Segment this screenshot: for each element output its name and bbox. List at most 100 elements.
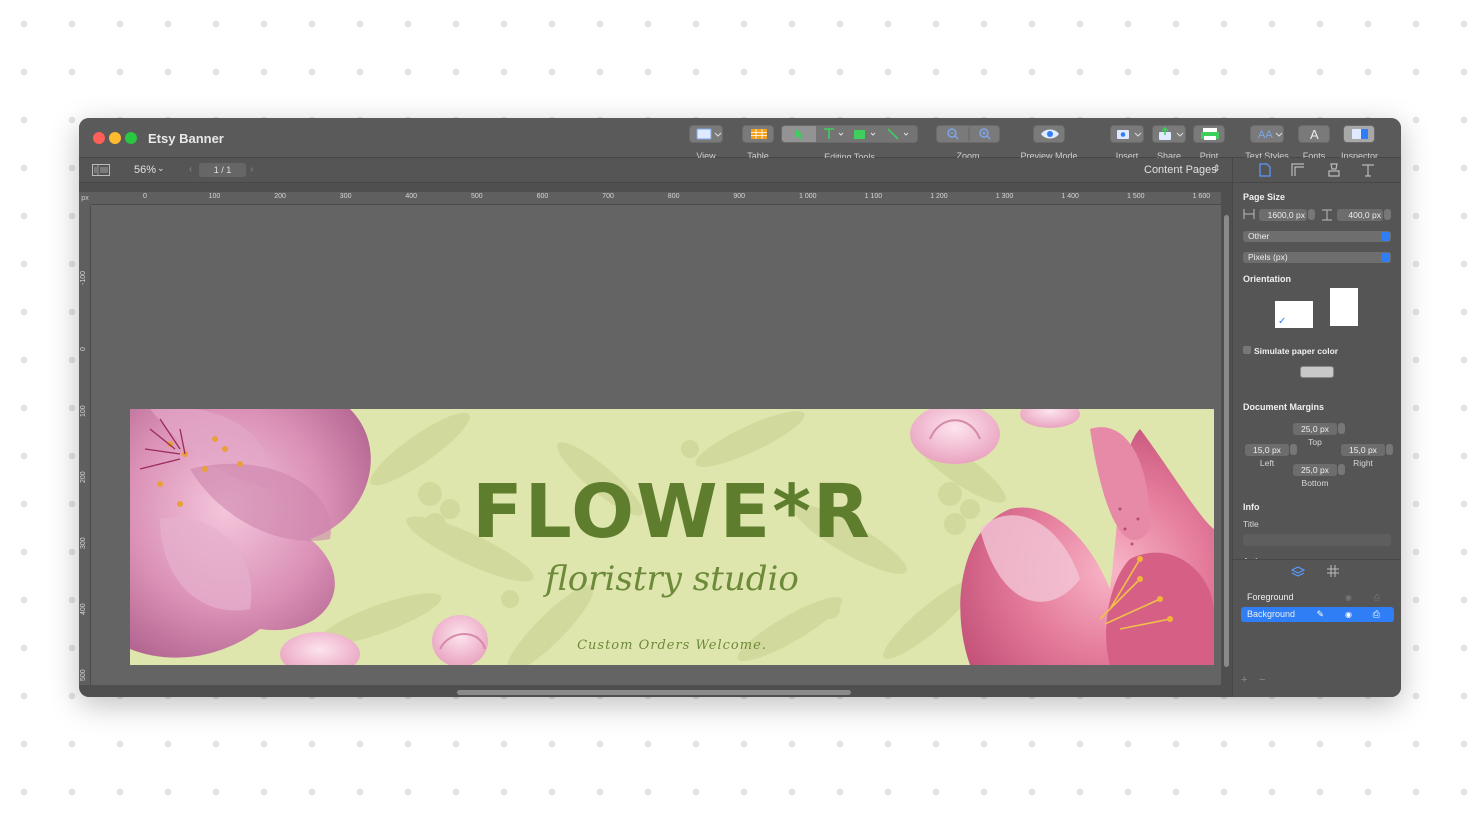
chevron-down-icon[interactable]: ⌄ bbox=[157, 163, 165, 174]
toolbar-preview-mode[interactable]: Preview Mode bbox=[1020, 125, 1078, 161]
minimize-window-button[interactable] bbox=[109, 132, 121, 144]
margin-bottom-field[interactable]: 25,0 px bbox=[1293, 464, 1337, 476]
banner-title[interactable]: FLOWE*R bbox=[130, 467, 1214, 557]
printer-icon[interactable]: ⎙ bbox=[1374, 590, 1380, 605]
remove-layer-icon[interactable]: − bbox=[1259, 674, 1265, 686]
toolbar-zoom[interactable]: Zoom bbox=[936, 125, 1000, 161]
eye-icon[interactable]: ◉ bbox=[1345, 607, 1352, 622]
ruler-tick-label: 300 bbox=[80, 537, 87, 549]
ruler-tick-label: 0 bbox=[80, 347, 87, 351]
margin-top-field[interactable]: 25,0 px bbox=[1293, 423, 1337, 435]
layers-panel: Foreground ◉ ⎙ Background ✎ ◉ ⎙ + − bbox=[1233, 559, 1401, 697]
margin-right-stepper[interactable] bbox=[1386, 444, 1393, 455]
ruler-tick-label: 200 bbox=[274, 193, 286, 200]
draw-tools-icons[interactable] bbox=[816, 126, 919, 142]
etsy-banner-page[interactable]: FLOWE*R floristry studio Custom Orders W… bbox=[130, 409, 1214, 665]
toolbar-fonts[interactable]: A Fonts bbox=[1298, 125, 1330, 161]
insert-icon[interactable] bbox=[1110, 125, 1144, 143]
title-input[interactable] bbox=[1243, 534, 1391, 546]
layer-row-foreground[interactable]: Foreground ◉ ⎙ bbox=[1241, 590, 1394, 605]
ruler-tick-label: 900 bbox=[733, 193, 746, 200]
ruler-tick-label: 500 bbox=[80, 669, 87, 681]
secondary-toolbar: 56% ⌄ ‹ 1 / 1 › Content Pages ⇕ bbox=[79, 158, 1401, 183]
margin-right-field[interactable]: 15,0 px bbox=[1341, 444, 1385, 456]
margin-left-field[interactable]: 15,0 px bbox=[1245, 444, 1289, 456]
content-pages-selector[interactable]: Content Pages bbox=[1144, 164, 1217, 176]
margin-left-label: Left bbox=[1259, 458, 1275, 468]
text-tab-icon[interactable] bbox=[1361, 163, 1375, 177]
checkmark-icon: ✓ bbox=[1278, 316, 1287, 327]
ruler-tick-label: 200 bbox=[80, 471, 87, 483]
layer-row-background[interactable]: Background ✎ ◉ ⎙ bbox=[1241, 607, 1394, 622]
layers-icon[interactable] bbox=[1291, 566, 1305, 578]
ruler-tick-label: 0 bbox=[143, 193, 147, 200]
eye-icon[interactable] bbox=[1033, 125, 1065, 143]
printer-icon[interactable] bbox=[1193, 125, 1225, 143]
close-window-button[interactable] bbox=[93, 132, 105, 144]
up-down-chevron-icon[interactable]: ⇕ bbox=[1213, 163, 1221, 174]
ruler-tick-label: 1 100 bbox=[864, 193, 883, 200]
toolbar-text-styles[interactable]: AA Text Styles bbox=[1245, 125, 1289, 161]
document-tab-icon[interactable] bbox=[1259, 163, 1271, 177]
ruler-tick-label: 300 bbox=[339, 193, 352, 200]
page-width-field[interactable]: 1600,0 px bbox=[1259, 209, 1307, 221]
text-styles-icon[interactable]: AA bbox=[1250, 125, 1284, 143]
next-page-icon[interactable]: › bbox=[250, 164, 253, 175]
add-layer-icon[interactable]: + bbox=[1241, 674, 1247, 686]
page-size-heading: Page Size bbox=[1243, 192, 1286, 202]
zoom-selector[interactable]: 56% bbox=[134, 164, 156, 176]
sidebar-toggle-icon[interactable] bbox=[92, 164, 110, 176]
previous-page-icon[interactable]: ‹ bbox=[189, 164, 192, 175]
toolbar-inspector[interactable]: Inspector bbox=[1341, 125, 1378, 161]
page-height-field[interactable]: 400,0 px bbox=[1337, 209, 1383, 221]
landscape-orientation-option[interactable]: ✓ bbox=[1275, 301, 1313, 328]
portrait-orientation-option[interactable] bbox=[1330, 288, 1358, 326]
simulate-paper-checkbox[interactable] bbox=[1243, 346, 1251, 354]
margin-left-stepper[interactable] bbox=[1290, 444, 1297, 455]
toolbar-print[interactable]: Print bbox=[1193, 125, 1225, 161]
grid-icon[interactable] bbox=[1327, 565, 1339, 577]
margin-top-label: Top bbox=[1308, 437, 1322, 447]
margin-bottom-label: Bottom bbox=[1301, 478, 1329, 488]
width-stepper[interactable] bbox=[1308, 209, 1315, 220]
inspector-icon[interactable] bbox=[1343, 125, 1375, 143]
vertical-scrollbar[interactable] bbox=[1224, 215, 1229, 667]
pencil-icon[interactable]: ✎ bbox=[1316, 607, 1324, 622]
top-right-buds bbox=[910, 409, 1080, 464]
chevron-down-icon bbox=[1381, 232, 1390, 241]
layout-tab-icon[interactable] bbox=[1291, 163, 1305, 177]
page-preset-select[interactable]: Other bbox=[1243, 231, 1391, 242]
inspector-tabs bbox=[1233, 158, 1401, 183]
view-icon[interactable] bbox=[689, 125, 723, 143]
margin-bottom-stepper[interactable] bbox=[1338, 464, 1345, 475]
margin-top-stepper[interactable] bbox=[1338, 423, 1345, 434]
banner-subtitle[interactable]: floristry studio bbox=[130, 559, 1214, 599]
page-preset-value: Other bbox=[1248, 231, 1270, 241]
page-indicator[interactable]: 1 / 1 bbox=[199, 163, 246, 177]
ruler-tick-label: 1 500 bbox=[1127, 193, 1145, 200]
height-stepper[interactable] bbox=[1384, 209, 1391, 220]
select-tool[interactable] bbox=[782, 126, 816, 142]
eye-icon[interactable]: ◉ bbox=[1345, 590, 1352, 605]
zoom-icon[interactable] bbox=[936, 125, 1000, 143]
toolbar-table[interactable]: Table bbox=[742, 125, 774, 161]
ruler-tick-label: 600 bbox=[536, 193, 549, 200]
table-icon[interactable] bbox=[742, 125, 774, 143]
toolbar-share[interactable]: Share bbox=[1152, 125, 1186, 161]
toolbar-editing-tools[interactable]: Editing Tools bbox=[781, 125, 918, 162]
toolbar-view[interactable]: View bbox=[689, 125, 723, 161]
units-select[interactable]: Pixels (px) bbox=[1243, 252, 1391, 263]
horizontal-scrollbar[interactable] bbox=[457, 690, 851, 695]
document-canvas[interactable]: FLOWE*R floristry studio Custom Orders W… bbox=[91, 205, 1221, 685]
share-icon[interactable] bbox=[1152, 125, 1186, 143]
fonts-icon[interactable]: A bbox=[1298, 125, 1330, 143]
zoom-window-button[interactable] bbox=[125, 132, 137, 144]
toolbar-insert[interactable]: Insert bbox=[1110, 125, 1144, 161]
printer-icon[interactable]: ⎙ bbox=[1373, 607, 1380, 622]
editing-tools-icon[interactable] bbox=[781, 125, 918, 143]
banner-tagline[interactable]: Custom Orders Welcome. bbox=[130, 638, 1214, 653]
paper-color-well[interactable] bbox=[1300, 366, 1334, 378]
style-tab-icon[interactable] bbox=[1327, 163, 1341, 177]
ruler-tick-label: 1 200 bbox=[930, 193, 948, 200]
window-title: Etsy Banner bbox=[148, 131, 224, 146]
